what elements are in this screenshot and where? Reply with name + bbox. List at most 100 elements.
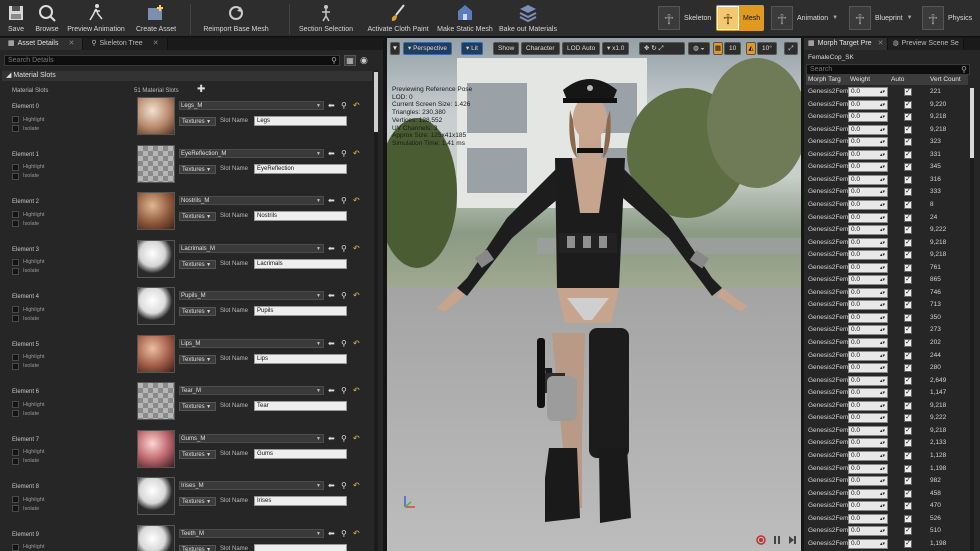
material-thumbnail[interactable]: [137, 192, 175, 230]
viewport-menu-button[interactable]: ▼: [390, 42, 400, 55]
reimport-base-mesh-button[interactable]: Reimport Base Mesh: [191, 0, 281, 37]
highlight-checkbox[interactable]: Highlight: [12, 543, 44, 551]
morph-target-row[interactable]: Genesis2Fem 0.0 ▴▾ ✓ 865: [806, 274, 968, 287]
morph-target-row[interactable]: Genesis2Fem 0.0 ▴▾ ✓ 746: [806, 287, 968, 300]
morph-target-row[interactable]: Genesis2Fem 0.0 ▴▾ ✓ 9,218: [806, 124, 968, 137]
weight-input[interactable]: 0.0 ▴▾: [848, 400, 888, 411]
textures-dropdown[interactable]: Textures ▼: [179, 307, 216, 316]
make-static-mesh-button[interactable]: Make Static Mesh: [434, 0, 496, 37]
checkbox-box[interactable]: [12, 258, 19, 266]
auto-checkbox[interactable]: ✓: [904, 389, 912, 398]
mode-blueprint[interactable]: ☥ Blueprint ▼: [849, 5, 913, 31]
auto-checkbox[interactable]: ✓: [904, 163, 912, 172]
weight-input[interactable]: 0.0 ▴▾: [848, 87, 888, 97]
tab-asset-details[interactable]: ▦ Asset Details ✕: [0, 38, 84, 50]
spinner-icon[interactable]: ▴▾: [880, 151, 885, 159]
morph-target-row[interactable]: Genesis2Fem 0.0 ▴▾ ✓ 9,218: [806, 237, 968, 250]
spinner-icon[interactable]: ▴▾: [880, 101, 885, 109]
character-button[interactable]: Character: [521, 42, 560, 55]
checkbox-box[interactable]: [12, 448, 19, 456]
textures-dropdown[interactable]: Textures ▼: [179, 354, 216, 364]
auto-checkbox[interactable]: ✓: [904, 451, 912, 460]
material-picker[interactable]: Irises_M ▼: [179, 481, 324, 490]
rotation-snap-icon[interactable]: ◭: [746, 42, 756, 55]
morph-target-row[interactable]: Genesis2Fem 0.0 ▴▾ ✓ 9,218: [806, 400, 968, 413]
reset-to-default-icon[interactable]: ↶: [353, 196, 360, 205]
spinner-icon[interactable]: ▴▾: [880, 339, 885, 347]
highlight-checkbox[interactable]: Highlight: [12, 401, 44, 408]
auto-checkbox[interactable]: ✓: [904, 502, 912, 511]
isolate-checkbox[interactable]: Isolate: [12, 172, 39, 180]
weight-input[interactable]: 0.0 ▴▾: [848, 300, 888, 311]
spinner-icon[interactable]: ▴▾: [880, 540, 885, 548]
mode-skeleton[interactable]: ☥ Skeleton: [658, 5, 711, 31]
close-icon[interactable]: ✕: [878, 38, 884, 50]
3d-viewport[interactable]: ▼ ▾ Perspective ▾ Lit Show Character LOD…: [387, 38, 801, 551]
use-selected-arrow-icon[interactable]: ⬅: [328, 529, 335, 538]
use-selected-arrow-icon[interactable]: ⬅: [328, 481, 335, 490]
spinner-icon[interactable]: ▴▾: [880, 427, 885, 435]
auto-checkbox[interactable]: ✓: [904, 113, 912, 122]
morph-target-row[interactable]: Genesis2Fem 0.0 ▴▾ ✓ 273: [806, 324, 968, 337]
checkbox-box[interactable]: [12, 125, 19, 132]
scale-icon[interactable]: ⤢: [659, 45, 664, 52]
auto-checkbox[interactable]: ✓: [904, 263, 912, 272]
morph-search-input[interactable]: Search ⚲: [806, 64, 970, 75]
spinner-icon[interactable]: ▴▾: [880, 264, 885, 272]
weight-input[interactable]: 0.0 ▴▾: [848, 199, 888, 210]
perspective-button[interactable]: ▾ Perspective: [403, 42, 453, 55]
material-thumbnail[interactable]: [137, 382, 175, 420]
morph-target-row[interactable]: Genesis2Fem 0.0 ▴▾ ✓ 333: [806, 186, 968, 199]
auto-checkbox[interactable]: ✓: [904, 276, 912, 285]
grid-snap-icon[interactable]: ▦: [713, 42, 723, 55]
auto-checkbox[interactable]: ✓: [904, 238, 912, 247]
morph-target-row[interactable]: Genesis2Fem 0.0 ▴▾ ✓ 2,649: [806, 375, 968, 388]
auto-checkbox[interactable]: ✓: [904, 339, 912, 347]
auto-checkbox[interactable]: ✓: [904, 426, 912, 435]
highlight-checkbox[interactable]: Highlight: [12, 163, 44, 171]
preview-animation-button[interactable]: Preview Animation: [62, 0, 130, 37]
use-selected-arrow-icon[interactable]: ⬅: [328, 339, 335, 348]
browse-asset-icon[interactable]: ⚲: [341, 196, 347, 205]
mode-physics[interactable]: ☥ Physics: [922, 5, 972, 31]
rotate-icon[interactable]: ↻: [651, 45, 656, 52]
col-morph-target[interactable]: Morph Targ: [808, 75, 841, 85]
auto-checkbox[interactable]: ✓: [904, 439, 912, 448]
reset-to-default-icon[interactable]: ↶: [353, 434, 360, 443]
transform-tools[interactable]: ✥ ↻ ⤢: [639, 42, 685, 55]
material-thumbnail[interactable]: [137, 524, 175, 551]
slot-name-input[interactable]: Tear: [254, 401, 347, 411]
add-slot-icon[interactable]: ✚: [197, 84, 205, 95]
spinner-icon[interactable]: ▴▾: [880, 490, 885, 498]
grid-size-value[interactable]: 10: [724, 42, 742, 55]
auto-checkbox[interactable]: ✓: [904, 489, 912, 498]
morph-target-row[interactable]: Genesis2Fem 0.0 ▴▾ ✓ 8: [806, 199, 968, 212]
spinner-icon[interactable]: ▴▾: [880, 402, 885, 410]
weight-input[interactable]: 0.0 ▴▾: [848, 413, 888, 424]
material-thumbnail[interactable]: [137, 334, 175, 373]
textures-dropdown[interactable]: Textures ▼: [179, 544, 216, 551]
mode-mesh-active[interactable]: ☥ Mesh: [716, 5, 765, 31]
material-picker[interactable]: EyeReflection_M ▼: [179, 148, 324, 158]
material-thumbnail[interactable]: [137, 144, 175, 183]
weight-input[interactable]: 0.0 ▴▾: [848, 501, 888, 512]
spinner-icon[interactable]: ▴▾: [880, 326, 885, 334]
browse-asset-icon[interactable]: ⚲: [341, 529, 347, 538]
isolate-checkbox[interactable]: Isolate: [12, 410, 39, 417]
weight-input[interactable]: 0.0 ▴▾: [848, 124, 888, 135]
search-details-input[interactable]: Search Details ⚲: [4, 55, 340, 66]
spinner-icon[interactable]: ▴▾: [880, 502, 885, 510]
spinner-icon[interactable]: ▴▾: [880, 527, 885, 535]
auto-checkbox[interactable]: ✓: [904, 251, 912, 260]
spinner-icon[interactable]: ▴▾: [880, 465, 885, 473]
use-selected-arrow-icon[interactable]: ⬅: [328, 386, 335, 395]
maximize-viewport-icon[interactable]: ⤢: [784, 42, 798, 55]
highlight-checkbox[interactable]: Highlight: [12, 353, 44, 361]
slot-name-input[interactable]: Legs: [254, 116, 347, 126]
show-button[interactable]: Show: [493, 42, 520, 55]
weight-input[interactable]: 0.0 ▴▾: [848, 538, 888, 549]
morph-target-row[interactable]: Genesis2Fem 0.0 ▴▾ ✓ 9,220: [806, 99, 968, 112]
checkbox-box[interactable]: [12, 505, 19, 512]
spinner-icon[interactable]: ▴▾: [880, 251, 885, 259]
morph-target-row[interactable]: Genesis2Fem 0.0 ▴▾ ✓ 761: [806, 262, 968, 275]
